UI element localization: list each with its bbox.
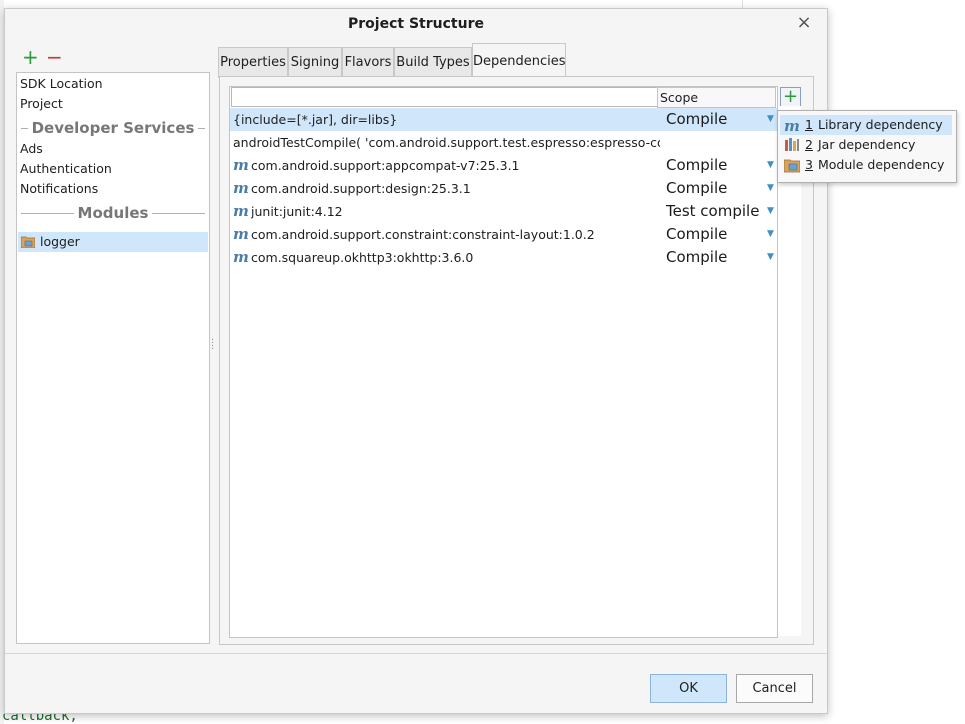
chevron-down-icon[interactable]: ▼	[767, 223, 774, 246]
tab-signing[interactable]: Signing	[288, 47, 342, 78]
chevron-down-icon[interactable]: ▼	[767, 246, 774, 269]
module-item-logger[interactable]: logger	[18, 232, 208, 252]
dialog-title: Project Structure	[348, 16, 484, 32]
maven-icon: m	[233, 225, 249, 243]
cancel-button[interactable]: Cancel	[736, 674, 813, 703]
maven-icon: m	[233, 248, 249, 266]
maven-icon: m	[784, 117, 800, 135]
table-row[interactable]: m com.android.support:appcompat-v7:25.3.…	[230, 154, 777, 177]
left-nav-panel: SDK Location Project Developer Services …	[16, 72, 210, 644]
table-row[interactable]: m junit:junit:4.12 Test compile ▼	[230, 200, 777, 223]
dependency-name: com.android.support:appcompat-v7:25.3.1	[251, 158, 520, 173]
modules-header: Modules	[17, 203, 209, 223]
add-icon[interactable]: +	[22, 47, 39, 67]
nav-item-sdk-location[interactable]: SDK Location	[20, 74, 103, 94]
project-structure-dialog: Project Structure × + − SDK Location Pro…	[4, 8, 828, 714]
chevron-down-icon[interactable]: ▼	[767, 154, 774, 177]
scope-value[interactable]: Compile	[666, 177, 727, 200]
module-folder-icon	[21, 236, 35, 248]
dependency-name: com.android.support:design:25.3.1	[251, 181, 471, 196]
menu-item-module-dependency[interactable]: 3 Module dependency	[780, 155, 952, 175]
menu-item-library-dependency[interactable]: m 1 Library dependency	[780, 115, 952, 135]
tab-build-types[interactable]: Build Types	[394, 47, 472, 78]
footer-divider	[5, 653, 827, 654]
scope-value[interactable]: Compile	[666, 223, 727, 246]
module-label: logger	[40, 234, 80, 249]
dependency-name: com.android.support.constraint:constrain…	[251, 227, 595, 242]
maven-icon: m	[233, 156, 249, 174]
scope-value[interactable]: Compile	[666, 108, 727, 131]
menu-label: Jar dependency	[818, 137, 916, 152]
nav-item-authentication[interactable]: Authentication	[20, 159, 112, 179]
divider	[152, 212, 205, 214]
chevron-down-icon[interactable]: ▼	[767, 177, 774, 200]
table-row[interactable]: {include=[*.jar], dir=libs} Compile ▼	[230, 108, 777, 131]
table-row[interactable]: androidTestCompile( 'com.android.support…	[230, 131, 777, 154]
scope-value[interactable]: Compile	[666, 246, 727, 269]
menu-label: Library dependency	[818, 117, 943, 132]
add-dependency-menu: m 1 Library dependency 2 Jar dependency …	[777, 110, 957, 183]
divider	[198, 127, 205, 129]
chevron-down-icon[interactable]: ▼	[767, 200, 774, 223]
dependency-name: androidTestCompile( 'com.android.support…	[233, 135, 660, 150]
nav-item-ads[interactable]: Ads	[20, 139, 43, 159]
menu-mnemonic: 2	[805, 137, 813, 152]
tab-dependencies[interactable]: Dependencies	[472, 43, 566, 79]
chevron-down-icon[interactable]: ▼	[767, 108, 774, 131]
table-side-strip	[777, 106, 801, 636]
scope-value[interactable]: Test compile	[666, 200, 759, 223]
dependency-name: junit:junit:4.12	[251, 204, 343, 219]
divider	[21, 127, 28, 129]
close-icon[interactable]: ×	[795, 14, 813, 32]
section-title: Developer Services	[31, 119, 195, 137]
tab-properties[interactable]: Properties	[218, 47, 288, 78]
table-row[interactable]: m com.squareup.okhttp3:okhttp:3.6.0 Comp…	[230, 246, 777, 269]
table-row[interactable]: m com.android.support.constraint:constra…	[230, 223, 777, 246]
scope-column-header[interactable]: Scope	[657, 87, 776, 108]
dependency-name: {include=[*.jar], dir=libs}	[233, 112, 398, 127]
table-row[interactable]: m com.android.support:design:25.3.1 Comp…	[230, 177, 777, 200]
module-folder-icon	[784, 159, 800, 173]
dependency-name: com.squareup.okhttp3:okhttp:3.6.0	[251, 250, 474, 265]
remove-icon[interactable]: −	[46, 47, 63, 67]
nav-item-project[interactable]: Project	[20, 94, 63, 114]
dependency-filter-input[interactable]	[231, 87, 660, 107]
jar-icon	[785, 138, 799, 151]
developer-services-header: Developer Services	[17, 118, 209, 138]
section-title: Modules	[77, 204, 149, 222]
tab-flavors[interactable]: Flavors	[342, 47, 394, 78]
scope-value[interactable]: Compile	[666, 154, 727, 177]
ok-button[interactable]: OK	[650, 674, 727, 703]
menu-mnemonic: 3	[805, 157, 813, 172]
divider	[21, 212, 74, 214]
add-dependency-button[interactable]: +	[780, 87, 801, 108]
menu-item-jar-dependency[interactable]: 2 Jar dependency	[780, 135, 952, 155]
nav-item-notifications[interactable]: Notifications	[20, 179, 98, 199]
menu-mnemonic: 1	[805, 117, 813, 132]
maven-icon: m	[233, 179, 249, 197]
maven-icon: m	[233, 202, 249, 220]
splitter-handle[interactable]: · · · ·	[211, 336, 214, 355]
menu-label: Module dependency	[818, 157, 945, 172]
